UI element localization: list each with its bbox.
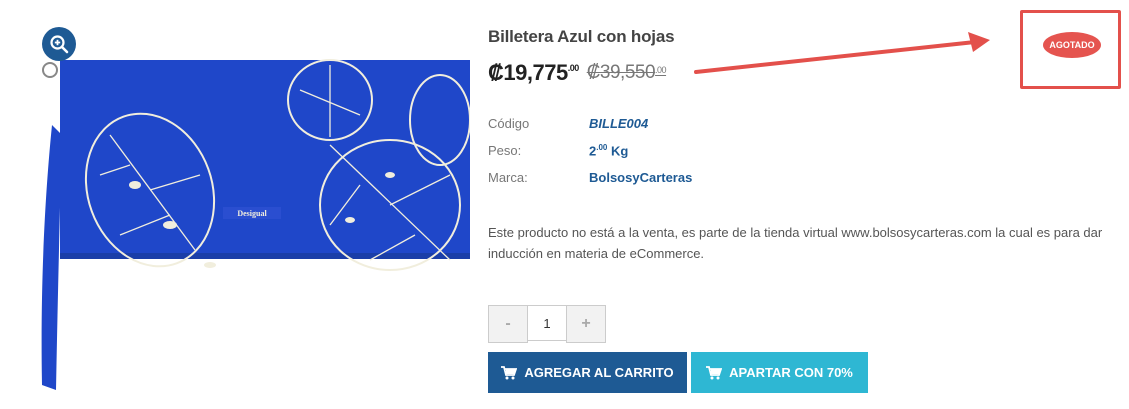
decrease-quantity-button[interactable]: - xyxy=(488,305,528,343)
add-to-cart-button[interactable]: AGREGAR AL CARRITO xyxy=(488,352,687,393)
quantity-input[interactable] xyxy=(528,305,566,341)
product-description: Este producto no está a la venta, es par… xyxy=(488,225,1103,261)
old-price: ₡39,550.00 xyxy=(586,62,667,83)
spec-value-weight: 2.00 Kg xyxy=(589,143,629,159)
annotation-arrow xyxy=(694,32,990,74)
product-image[interactable]: Desigual xyxy=(30,25,470,400)
sold-out-badge: AGOTADO xyxy=(1043,32,1101,58)
spec-value-brand[interactable]: BolsosyCarteras xyxy=(589,170,692,185)
product-title: Billetera Azul con hojas xyxy=(488,27,675,46)
spec-label: Código xyxy=(488,116,530,131)
cart-icon xyxy=(706,365,723,379)
quantity-stepper: - + xyxy=(488,305,606,343)
spec-brand: Marca: BolsosyCarteras xyxy=(488,170,692,185)
cart-icon xyxy=(501,365,518,379)
spec-value-code: BILLE004 xyxy=(589,116,649,131)
product-image-area: Desigual xyxy=(30,25,470,400)
spec-label: Marca: xyxy=(488,170,528,185)
spec-label: Peso: xyxy=(488,143,522,158)
current-price: ₡19,775.00 xyxy=(488,60,579,85)
price-row: ₡19,775.00 ₡39,550.00 xyxy=(488,60,667,86)
increase-quantity-button[interactable]: + xyxy=(566,305,606,343)
spec-code: Código BILLE004 xyxy=(488,116,648,131)
brand-logo: Desigual xyxy=(237,209,267,218)
zoom-in-icon xyxy=(50,35,69,54)
reserve-label: APARTAR CON 70% xyxy=(729,365,853,380)
reserve-button[interactable]: APARTAR CON 70% xyxy=(691,352,868,393)
spec-weight: Peso: 2.00 Kg xyxy=(488,143,628,158)
zoom-button[interactable] xyxy=(42,27,76,61)
add-to-cart-label: AGREGAR AL CARRITO xyxy=(524,365,674,380)
